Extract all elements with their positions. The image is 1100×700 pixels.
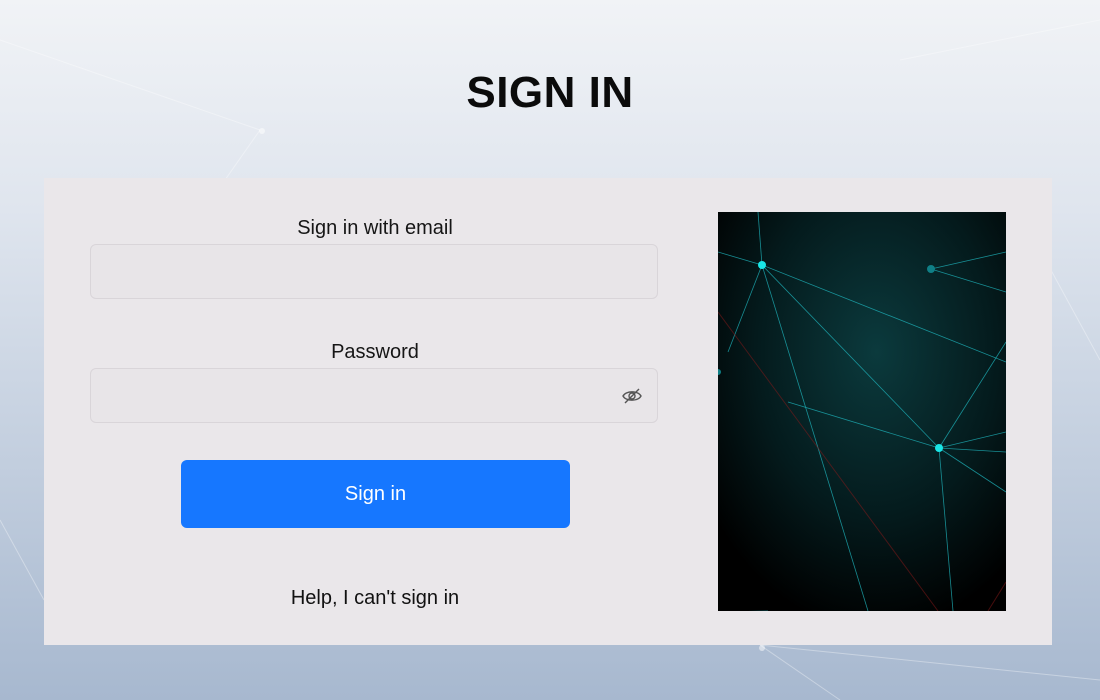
network-illustration bbox=[715, 211, 1007, 613]
page-title: SIGN IN bbox=[466, 68, 634, 117]
sign-in-button[interactable]: Sign in bbox=[181, 460, 570, 528]
password-field-wrapper bbox=[90, 368, 658, 423]
password-label: Password bbox=[331, 341, 419, 363]
help-link[interactable]: Help, I can't sign in bbox=[90, 587, 660, 610]
email-label: Sign in with email bbox=[297, 217, 453, 239]
sign-in-card: Sign in with email Password Sign in Help… bbox=[44, 178, 1052, 645]
email-field-wrapper bbox=[90, 244, 658, 299]
email-field[interactable] bbox=[91, 245, 657, 298]
password-field[interactable] bbox=[91, 369, 657, 422]
eye-slash-icon[interactable] bbox=[621, 386, 643, 406]
